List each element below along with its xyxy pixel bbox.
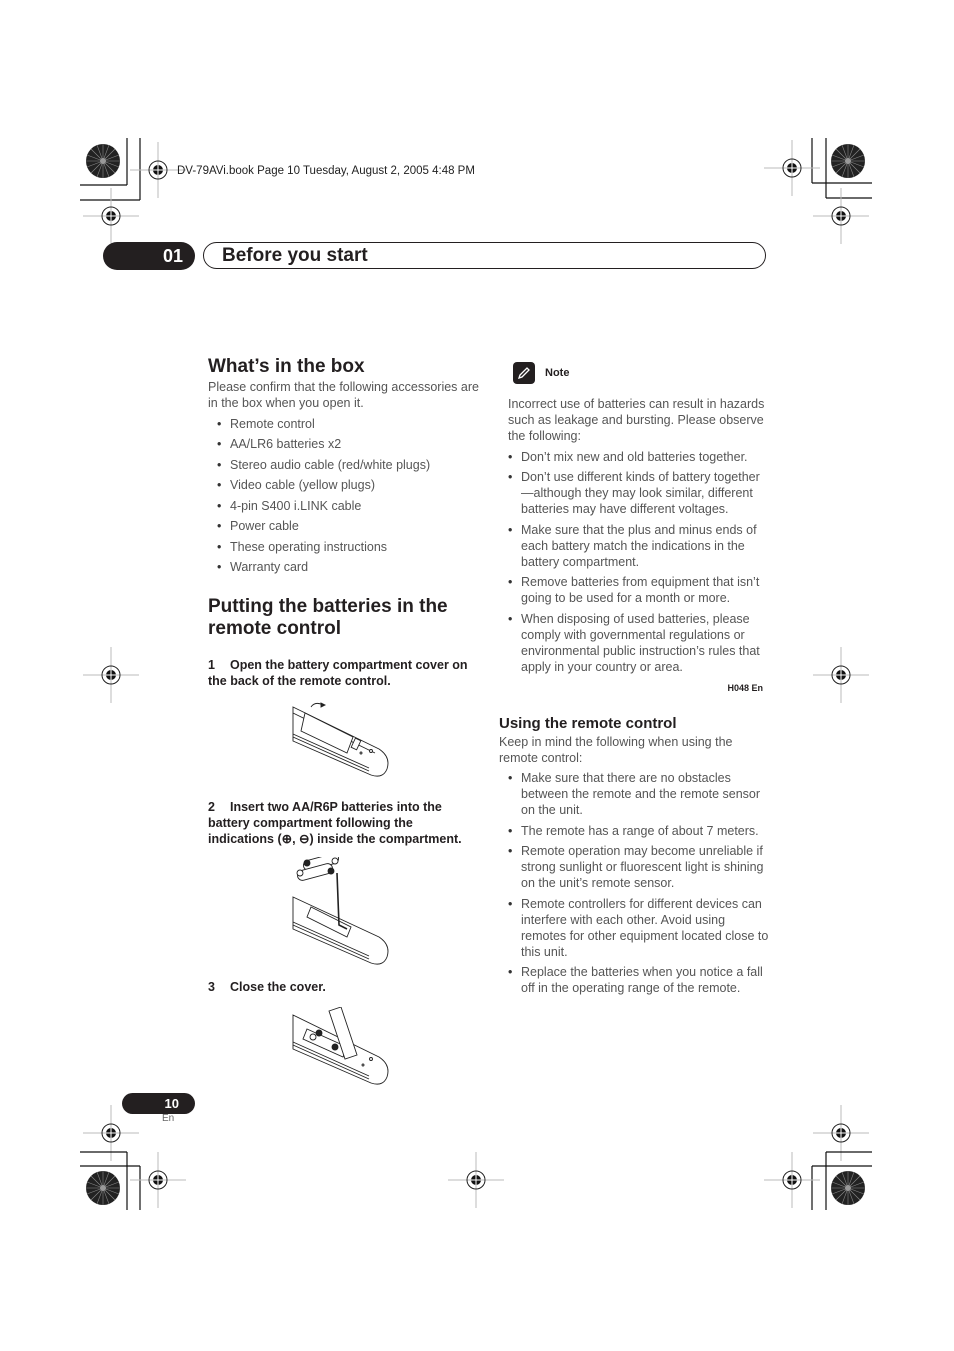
step-3: 3 Close the cover. xyxy=(208,979,480,995)
chapter-number-badge: 01 xyxy=(103,242,195,270)
using-remote-list: Make sure that there are no obstacles be… xyxy=(499,770,769,996)
list-item: Don’t use different kinds of battery tog… xyxy=(499,469,769,517)
list-item: The remote has a range of about 7 meters… xyxy=(499,823,769,839)
remote-insert-batteries-illustration xyxy=(292,857,389,965)
starburst-mark xyxy=(830,1170,866,1206)
list-item: Video cable (yellow plugs) xyxy=(208,477,480,493)
step-1: 1 Open the battery compartment cover on t… xyxy=(208,657,480,689)
list-item: These operating instructions xyxy=(208,539,480,555)
page-number-badge: 10 xyxy=(122,1093,195,1114)
step-2: 2 Insert two AA/R6P batteries into the ba… xyxy=(208,799,480,847)
whats-in-box-intro: Please confirm that the following access… xyxy=(208,380,479,410)
note-list: Don’t mix new and old batteries together… xyxy=(499,449,769,675)
using-remote-heading: Using the remote control xyxy=(499,714,677,732)
registration-mark xyxy=(812,187,870,245)
whats-in-box-heading: What’s in the box xyxy=(208,356,365,377)
list-item: Don’t mix new and old batteries together… xyxy=(499,449,769,465)
note-header: Note xyxy=(513,362,771,384)
starburst-mark xyxy=(85,143,121,179)
list-item: Warranty card xyxy=(208,559,480,575)
step-text: Open the battery compartment cover on th… xyxy=(208,658,468,688)
step-text: Close the cover. xyxy=(230,980,326,994)
list-item: Stereo audio cable (red/white plugs) xyxy=(208,457,480,473)
remote-open-cover-illustration xyxy=(292,702,389,777)
registration-mark xyxy=(82,646,140,704)
left-column: What’s in the box Please confirm that th… xyxy=(208,356,480,1089)
chapter-title: Before you start xyxy=(222,245,368,266)
list-item: Remote operation may become unreliable i… xyxy=(499,843,769,891)
page-language: En xyxy=(162,1113,175,1124)
step-number: 1 xyxy=(208,658,215,672)
accessories-list: Remote control AA/LR6 batteries x2 Stere… xyxy=(208,416,480,576)
starburst-mark xyxy=(830,143,866,179)
note-label: Note xyxy=(545,367,570,379)
list-item: Make sure that the plus and minus ends o… xyxy=(499,522,769,570)
list-item: When disposing of used batteries, please… xyxy=(499,611,769,675)
list-item: Power cable xyxy=(208,518,480,534)
using-remote-intro: Keep in mind the following when using th… xyxy=(499,734,733,765)
step-number: 2 xyxy=(208,800,215,814)
note-code: H048 En xyxy=(727,682,763,693)
list-item: 4-pin S400 i.LINK cable xyxy=(208,498,480,514)
registration-mark xyxy=(82,187,140,245)
list-item: Remove batteries from equipment that isn… xyxy=(499,574,769,606)
note-body: Incorrect use of batteries can result in… xyxy=(508,396,771,693)
registration-mark xyxy=(447,1151,505,1209)
print-file-info: DV-79AVi.book Page 10 Tuesday, August 2,… xyxy=(177,165,475,177)
registration-mark xyxy=(129,1151,187,1209)
list-item: Remote controllers for different devices… xyxy=(499,896,769,960)
list-item: AA/LR6 batteries x2 xyxy=(208,436,480,452)
remote-close-cover-illustration xyxy=(292,1007,389,1085)
list-item: Remote control xyxy=(208,416,480,432)
registration-mark xyxy=(812,646,870,704)
starburst-mark xyxy=(85,1170,121,1206)
right-column: Note Incorrect use of batteries can resu… xyxy=(499,362,771,996)
note-intro: Incorrect use of batteries can result in… xyxy=(508,397,765,443)
step-number: 3 xyxy=(208,980,215,994)
pencil-icon xyxy=(513,362,535,384)
list-item: Make sure that there are no obstacles be… xyxy=(499,770,769,818)
step-text: Insert two AA/R6P batteries into the bat… xyxy=(208,800,462,846)
list-item: Replace the batteries when you notice a … xyxy=(499,964,769,996)
batteries-heading: Putting the batteries in the remote cont… xyxy=(208,596,448,639)
